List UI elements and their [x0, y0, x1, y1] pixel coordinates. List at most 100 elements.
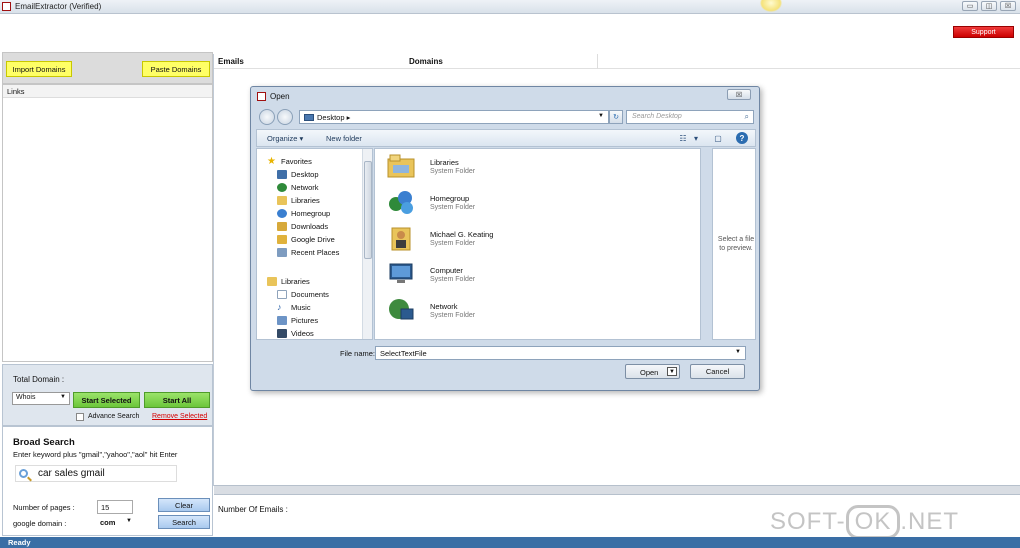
- file-type: System Folder: [430, 204, 476, 211]
- links-list[interactable]: Links: [2, 84, 213, 362]
- results-header: Emails Domains: [214, 54, 1020, 69]
- import-domains-button[interactable]: Import Domains: [6, 61, 72, 77]
- nav-downloads[interactable]: Downloads: [277, 221, 328, 232]
- network-icon: [277, 183, 287, 192]
- file-name: Computer: [430, 266, 463, 275]
- nav-scrollbar[interactable]: [362, 149, 372, 339]
- nav-documents[interactable]: Documents: [277, 289, 329, 300]
- total-domain-label: Total Domain :: [13, 375, 65, 384]
- chevron-down-icon: ▼: [126, 518, 132, 524]
- file-item[interactable]: Network System Folder: [385, 297, 685, 327]
- nav-recent-places[interactable]: Recent Places: [277, 247, 339, 258]
- splitter[interactable]: [214, 485, 1020, 495]
- nav-label: Music: [291, 303, 311, 312]
- navigation-pane[interactable]: ★ Favorites Desktop Network Libraries Ho…: [256, 148, 373, 340]
- chevron-down-icon[interactable]: ▼: [735, 349, 741, 355]
- dialog-app-icon: [257, 92, 266, 101]
- window-controls: ▭ ◫ ☒: [962, 1, 1016, 11]
- computer-icon: [389, 263, 413, 283]
- google-domain-select[interactable]: com ▼: [97, 517, 135, 530]
- support-button[interactable]: Support: [953, 26, 1014, 38]
- nav-homegroup[interactable]: Homegroup: [277, 208, 330, 219]
- new-folder-button[interactable]: New folder: [326, 134, 362, 143]
- videos-icon: [277, 329, 287, 338]
- chevron-down-icon[interactable]: ▾: [690, 133, 702, 144]
- clear-button[interactable]: Clear: [158, 498, 210, 512]
- file-item[interactable]: Computer System Folder: [385, 261, 685, 291]
- forward-button[interactable]: [277, 109, 293, 125]
- refresh-button[interactable]: ↻: [609, 110, 623, 124]
- nav-network[interactable]: Network: [277, 182, 319, 193]
- nav-videos[interactable]: Videos: [277, 328, 314, 339]
- nav-label: Libraries: [291, 196, 320, 205]
- user-folder-icon: [391, 227, 411, 251]
- back-button[interactable]: [259, 109, 275, 125]
- remove-selected-link[interactable]: Remove Selected: [152, 413, 207, 420]
- file-item[interactable]: Libraries System Folder: [385, 153, 685, 183]
- recent-places-icon: [277, 248, 287, 257]
- nav-favorites[interactable]: ★ Favorites: [267, 156, 312, 167]
- advance-search-checkbox[interactable]: [76, 413, 84, 421]
- google-drive-icon: [277, 235, 287, 244]
- search-desktop-input[interactable]: Search Desktop ⌕: [626, 110, 754, 124]
- app-icon: [2, 2, 11, 11]
- title-bar: EmailExtractor (Verified) ▭ ◫ ☒: [0, 0, 1020, 14]
- pages-input[interactable]: 15: [97, 500, 133, 514]
- file-item[interactable]: Homegroup System Folder: [385, 189, 685, 219]
- help-icon[interactable]: ?: [736, 132, 748, 144]
- file-name-input[interactable]: SelectTextFile ▼: [375, 346, 746, 360]
- open-dropdown-arrow[interactable]: ▼: [667, 367, 677, 376]
- keyword-input[interactable]: car sales gmail: [15, 465, 177, 482]
- open-button[interactable]: Open ▼: [625, 364, 680, 379]
- file-item[interactable]: Michael G. Keating System Folder: [385, 225, 685, 255]
- file-name-value: SelectTextFile: [380, 349, 427, 358]
- file-list[interactable]: Libraries System Folder Homegroup System…: [374, 148, 701, 340]
- nav-desktop[interactable]: Desktop: [277, 169, 319, 180]
- search-placeholder: Search Desktop: [632, 113, 682, 120]
- whois-select[interactable]: Whois ▼: [12, 392, 70, 405]
- nav-music[interactable]: ♪ Music: [277, 302, 311, 313]
- close-button[interactable]: ☒: [1000, 1, 1016, 11]
- libraries-folder-icon: [387, 154, 415, 178]
- homegroup-icon: [277, 209, 287, 218]
- nav-label: Favorites: [281, 157, 312, 166]
- paste-domains-button[interactable]: Paste Domains: [142, 61, 210, 77]
- pages-label: Number of pages :: [13, 503, 75, 512]
- watermark-ok: OK: [845, 505, 901, 539]
- domain-panel: Total Domain : Whois ▼ Start Selected St…: [2, 364, 213, 426]
- nav-google-drive[interactable]: Google Drive: [277, 234, 335, 245]
- search-button[interactable]: Search: [158, 515, 210, 529]
- pictures-icon: [277, 316, 287, 325]
- status-bar: Ready: [0, 537, 1020, 548]
- nav-libraries[interactable]: Libraries: [277, 195, 320, 206]
- preview-pane: Select a file to preview.: [712, 148, 756, 340]
- organize-button[interactable]: Organize ▾: [267, 134, 303, 143]
- nav-label: Network: [291, 183, 319, 192]
- view-options-icon[interactable]: ☷: [677, 133, 689, 144]
- address-text: Desktop ▸: [317, 113, 351, 122]
- maximize-button[interactable]: ◫: [981, 1, 997, 11]
- broad-search-title: Broad Search: [13, 437, 75, 448]
- address-bar[interactable]: Desktop ▸ ▼: [299, 110, 609, 124]
- nav-label: Google Drive: [291, 235, 335, 244]
- google-domain-label: google domain :: [13, 519, 67, 528]
- file-type: System Folder: [430, 240, 476, 247]
- window-title: EmailExtractor (Verified): [15, 2, 102, 11]
- nav-pictures[interactable]: Pictures: [277, 315, 318, 326]
- watermark-right: .NET: [900, 508, 960, 535]
- nav-libraries-group[interactable]: Libraries: [267, 276, 310, 287]
- start-all-button[interactable]: Start All: [144, 392, 210, 408]
- column-domains[interactable]: Domains: [409, 57, 443, 66]
- dialog-close-button[interactable]: ☒: [727, 89, 751, 100]
- search-icon[interactable]: ⌕: [745, 112, 749, 122]
- desktop-icon: [277, 170, 287, 179]
- minimize-button[interactable]: ▭: [962, 1, 978, 11]
- watermark: SOFT- OK .NET: [770, 505, 959, 539]
- start-selected-button[interactable]: Start Selected: [73, 392, 140, 408]
- whois-value: Whois: [16, 394, 36, 401]
- nav-scroll-thumb[interactable]: [364, 161, 372, 259]
- column-emails[interactable]: Emails: [218, 57, 244, 66]
- preview-pane-icon[interactable]: ▢: [712, 133, 724, 144]
- chevron-down-icon[interactable]: ▼: [598, 113, 604, 119]
- cancel-button[interactable]: Cancel: [690, 364, 745, 379]
